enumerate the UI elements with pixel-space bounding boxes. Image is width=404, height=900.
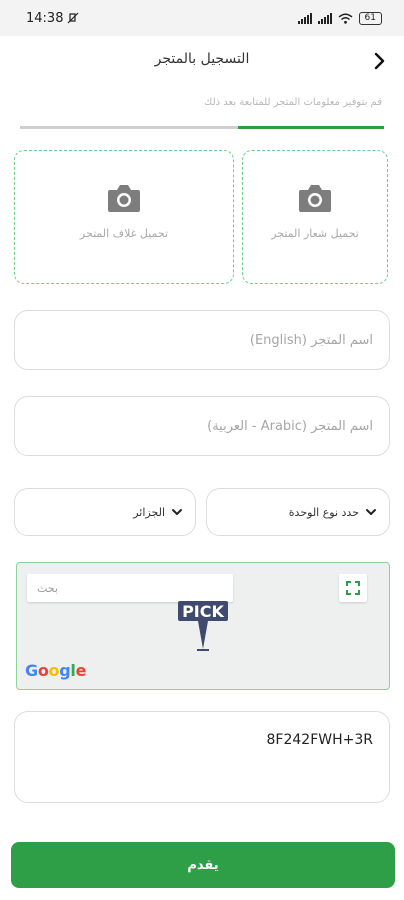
- unit-type-dropdown[interactable]: حدد نوع الوحدة: [206, 488, 390, 536]
- upload-logo-label: تحميل شعار المتجر: [271, 227, 359, 240]
- google-logo: Google: [25, 661, 87, 680]
- progress-fill: [238, 126, 384, 129]
- status-right: 61: [297, 11, 382, 25]
- plus-code-value: 8F242FWH+3R: [266, 732, 373, 748]
- location-map[interactable]: PICK Google: [16, 562, 390, 690]
- wifi-icon: [338, 13, 352, 24]
- upload-cover-box[interactable]: تحميل غلاف المتجر: [14, 150, 234, 284]
- page-title: التسجيل بالمتجر: [154, 51, 250, 67]
- camera-icon: [108, 185, 140, 212]
- map-search-input[interactable]: [27, 574, 233, 602]
- signal-icon: [297, 12, 312, 24]
- chevron-down-icon: [366, 509, 376, 515]
- submit-button[interactable]: يقدم: [11, 842, 395, 888]
- store-name-english-input[interactable]: [15, 311, 389, 369]
- location-code-field[interactable]: 8F242FWH+3R: [14, 711, 390, 803]
- mute-icon: [68, 12, 79, 24]
- store-name-english-field: [14, 310, 390, 370]
- upload-logo-box[interactable]: تحميل شعار المتجر: [242, 150, 388, 284]
- progress-bar: [20, 126, 384, 129]
- fullscreen-icon: [346, 581, 360, 595]
- map-search-box: [27, 574, 233, 602]
- country-dropdown[interactable]: الجزائر: [14, 488, 196, 536]
- app-bar: التسجيل بالمتجر: [0, 36, 404, 86]
- unit-type-value: حدد نوع الوحدة: [288, 505, 359, 519]
- battery-indicator: 61: [358, 11, 382, 25]
- back-arrow-icon[interactable]: [368, 50, 390, 72]
- signal-icon-2: [317, 12, 332, 24]
- chevron-down-icon: [172, 509, 182, 515]
- camera-icon: [299, 185, 331, 212]
- upload-cover-label: تحميل غلاف المتجر: [79, 227, 169, 240]
- country-value: الجزائر: [133, 505, 165, 519]
- step-subtitle: قم بتوفير معلومات المتجر للمتابعة بعد ذل…: [204, 97, 382, 108]
- map-pin-icon: PICK: [178, 601, 228, 651]
- status-bar: 14:38 61: [0, 0, 404, 36]
- status-time: 14:38: [26, 10, 64, 26]
- store-name-arabic-input[interactable]: [15, 397, 389, 455]
- status-left: 14:38: [26, 11, 79, 26]
- store-name-arabic-field: [14, 396, 390, 456]
- fullscreen-button[interactable]: [339, 574, 367, 602]
- pin-label: PICK: [182, 602, 224, 621]
